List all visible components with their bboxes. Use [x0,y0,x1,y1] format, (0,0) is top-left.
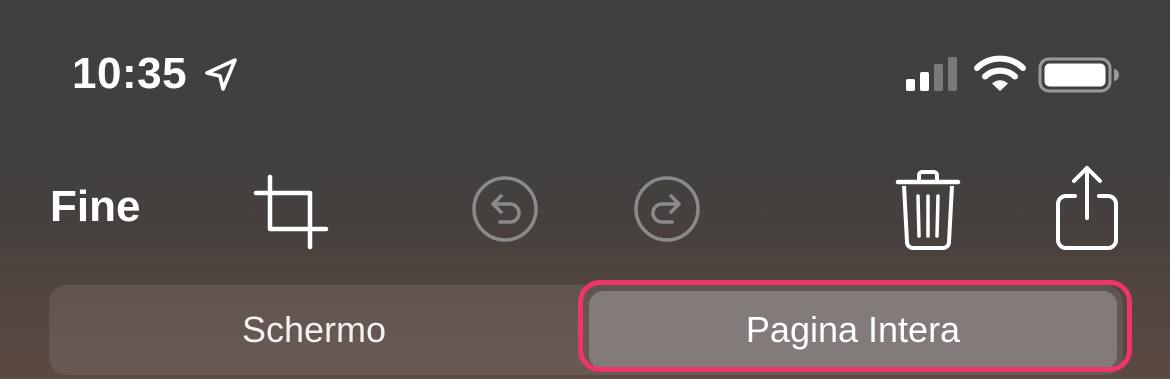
segment-screen[interactable]: Schermo [49,285,579,375]
cellular-signal-icon [906,57,957,91]
redo-icon[interactable] [632,174,702,244]
status-time: 10:35 [72,49,188,98]
undo-icon[interactable] [470,174,540,244]
segment-screen-label: Schermo [241,309,387,350]
markup-toolbar: Fine [0,160,1170,260]
segment-full-page[interactable]: Pagina Intera [589,291,1117,369]
capture-mode-segmented-control: Schermo Pagina Intera [49,285,1123,375]
battery-icon [1038,57,1119,93]
share-icon[interactable] [1054,164,1120,252]
crop-icon[interactable] [252,173,330,251]
location-arrow-icon [205,58,237,91]
status-bar: 10:35 [0,0,1170,140]
segment-full-page-label: Pagina Intera [745,309,961,350]
trash-icon[interactable] [894,168,962,252]
wifi-icon [974,55,1026,91]
done-button[interactable]: Fine [50,182,140,232]
